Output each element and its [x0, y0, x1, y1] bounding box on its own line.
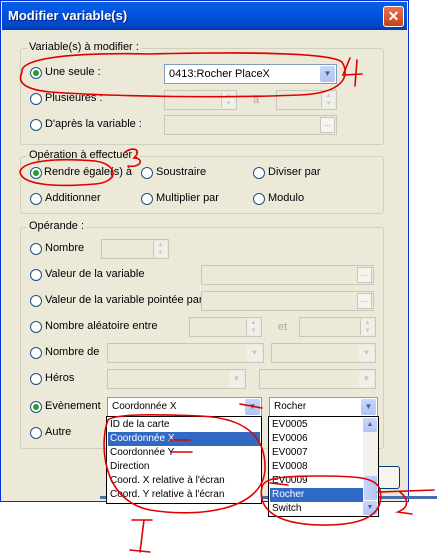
annotation-circle-attribute-list — [103, 414, 266, 514]
annotation-underline-rocher — [269, 482, 289, 486]
annotation-arrow-dropdown — [239, 403, 263, 409]
annotation-digit-three — [124, 148, 141, 168]
annotation-digit-two — [377, 489, 435, 515]
annotation-digit-one — [129, 519, 153, 553]
red-annotations — [19, 52, 435, 553]
annotation-circle-operation — [19, 158, 114, 187]
annotation-circle-single-variable — [19, 52, 346, 98]
